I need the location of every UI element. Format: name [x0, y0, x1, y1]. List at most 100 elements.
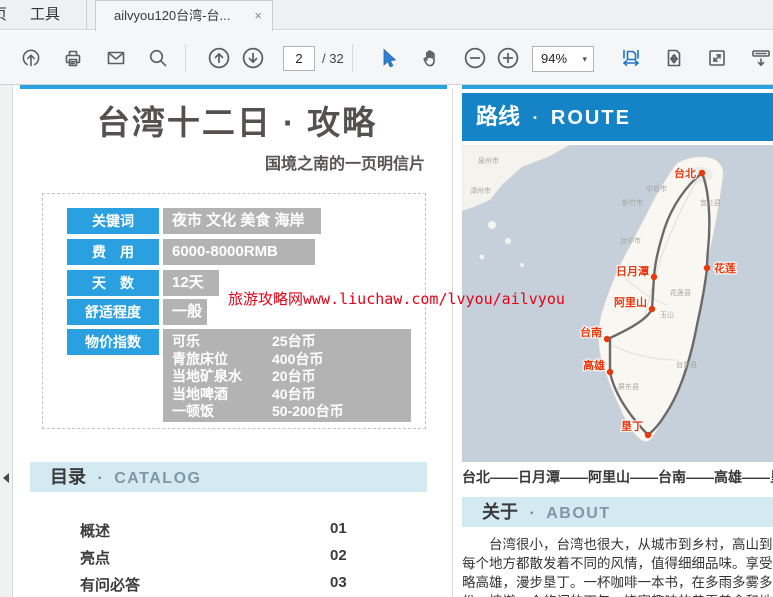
- route-section-header: 路线 · ROUTE: [462, 93, 773, 141]
- catalog-item-overview: 概述 01: [80, 520, 360, 538]
- about-line: 台湾很小，台湾也很大，从城市到乡村，高山到大海，峰: [462, 535, 773, 554]
- menu-tools[interactable]: 工具: [30, 0, 60, 30]
- catalog-item-page: 02: [330, 547, 347, 564]
- map-stop-label: 日月潭: [616, 264, 649, 278]
- info-label-days: 天 数: [67, 270, 159, 296]
- pdf-reader-window: 页 工具 ailvyou120台湾-台... ×: [0, 0, 773, 597]
- info-label-price-index: 物价指数: [67, 329, 159, 355]
- map-marker-sunmoonlake: [651, 274, 657, 280]
- share-upload-button[interactable]: [14, 41, 48, 75]
- zoom-level-dropdown[interactable]: 94% ▾: [532, 46, 594, 72]
- catalog-header-cn: 目录: [50, 467, 86, 487]
- info-label-cost: 费 用: [67, 239, 159, 265]
- map-marker-alishan: [649, 306, 655, 312]
- map-minor-label: 中坜市: [646, 184, 667, 193]
- next-page-button[interactable]: [236, 41, 270, 75]
- toolbar-divider: [352, 44, 353, 72]
- map-minor-label: 漳州市: [470, 186, 491, 195]
- minus-circle-icon: [463, 46, 487, 70]
- tab-close-icon[interactable]: ×: [254, 1, 262, 31]
- printer-icon: [62, 47, 84, 69]
- email-button[interactable]: [99, 41, 133, 75]
- scroll-mode-button[interactable]: [744, 41, 773, 75]
- map-marker-hualien: [704, 265, 710, 271]
- tabbar-divider: [86, 0, 87, 30]
- route-header-en: ROUTE: [551, 107, 631, 129]
- fit-width-icon: [620, 47, 642, 69]
- actual-size-icon: [706, 47, 728, 69]
- about-header-en: ABOUT: [546, 505, 610, 522]
- map-marker-tainan: [604, 336, 610, 342]
- column-divider: [452, 89, 453, 597]
- page-up-icon: [207, 46, 231, 70]
- map-minor-label: 宜兰县: [700, 198, 721, 207]
- actual-size-button[interactable]: [700, 41, 734, 75]
- catalog-item-page: 01: [330, 520, 347, 537]
- caret-down-icon: ▾: [582, 47, 587, 71]
- hand-tool-button[interactable]: [414, 41, 448, 75]
- document-tab-title: ailvyou120台湾-台...: [114, 1, 230, 31]
- zoom-level-value: 94%: [541, 47, 567, 71]
- catalog-item-label: 有问必答: [80, 577, 140, 594]
- previous-page-button[interactable]: [202, 41, 236, 75]
- fit-width-button[interactable]: [614, 41, 648, 75]
- info-value-keywords: 夜市 文化 美食 海岸: [163, 208, 321, 234]
- zoom-out-button[interactable]: [458, 41, 492, 75]
- map-minor-label: 台中市: [620, 236, 641, 245]
- map-minor-label: 台东县: [676, 360, 697, 369]
- price-item-value: 50-200台币: [272, 403, 344, 421]
- page-title: 台湾十二日 · 攻略: [33, 96, 441, 144]
- map-minor-label: 花莲县: [670, 288, 691, 297]
- map-stop-label: 花莲: [714, 261, 736, 275]
- panel-collapse-arrow[interactable]: [3, 473, 9, 483]
- about-paragraph: 台湾很小，台湾也很大，从城市到乡村，高山到大海，峰 每个地方都散发着不同的风情，…: [462, 535, 773, 597]
- cursor-arrow-icon: [377, 47, 399, 69]
- catalog-item-label: 概述: [80, 523, 110, 540]
- zoom-in-button[interactable]: [491, 41, 525, 75]
- select-tool-button[interactable]: [371, 41, 405, 75]
- info-value-cost: 6000-8000RMB: [163, 239, 315, 265]
- price-row: 一顿饭 50-200台币: [172, 403, 411, 421]
- page-down-icon: [241, 46, 265, 70]
- price-item-value: 20台币: [272, 368, 316, 386]
- about-header-cn: 关于: [482, 502, 518, 522]
- map-stop-label: 高雄: [583, 358, 605, 372]
- about-line: 略高雄，漫步垦丁。一杯咖啡一本书，在多雨多雾多梦想的空: [462, 573, 773, 592]
- toolbar-divider: [185, 44, 186, 72]
- map-marker-kenting: [645, 432, 651, 438]
- document-tab[interactable]: ailvyou120台湾-台... ×: [95, 0, 273, 31]
- about-header-dot: ·: [529, 505, 534, 522]
- price-row: 可乐 25台币: [172, 333, 411, 351]
- info-label-keywords: 关键词: [67, 208, 159, 234]
- page-subtitle: 国境之南的一页明信片: [33, 150, 425, 174]
- about-line: 份，慵懒一个悠闲的下午；饶富趣味的巷弄美食和地道小吃: [462, 592, 773, 597]
- continuous-scroll-icon: [750, 47, 772, 69]
- map-minor-label: 新竹市: [622, 198, 643, 207]
- previous-page-edge: [462, 85, 773, 89]
- price-row: 当地矿泉水 20台币: [172, 368, 411, 386]
- menu-home[interactable]: 页: [0, 0, 16, 30]
- tab-bar: 页 工具 ailvyou120台湾-台... ×: [0, 0, 773, 30]
- map-marker-taipei: [699, 170, 705, 176]
- page-number-input[interactable]: 2: [283, 46, 315, 71]
- route-header-dot: ·: [532, 108, 538, 128]
- page-total-label: / 32: [322, 46, 344, 71]
- price-item-name: 当地啤酒: [172, 386, 272, 404]
- catalog-item-page: 03: [330, 574, 347, 591]
- fit-page-button[interactable]: [657, 41, 691, 75]
- price-item-name: 可乐: [172, 333, 272, 351]
- map-stop-label: 台南: [580, 325, 602, 339]
- route-header-cn: 路线: [476, 104, 520, 129]
- price-item-name: 青旅床位: [172, 351, 272, 369]
- map-minor-label: 玉山: [660, 310, 674, 319]
- search-button[interactable]: [141, 41, 175, 75]
- pdf-page[interactable]: 台湾十二日 · 攻略 国境之南的一页明信片 关键词 夜市 文化 美食 海岸 费 …: [13, 85, 773, 597]
- fit-page-icon: [663, 47, 685, 69]
- info-label-comfort: 舒适程度: [67, 299, 159, 325]
- price-item-value: 40台币: [272, 386, 316, 404]
- price-item-name: 当地矿泉水: [172, 368, 272, 386]
- price-row: 当地啤酒 40台币: [172, 386, 411, 404]
- price-item-name: 一顿饭: [172, 403, 272, 421]
- about-line: 每个地方都散发着不同的风情，值得细细品味。享受台北，品: [462, 554, 773, 573]
- print-button[interactable]: [56, 41, 90, 75]
